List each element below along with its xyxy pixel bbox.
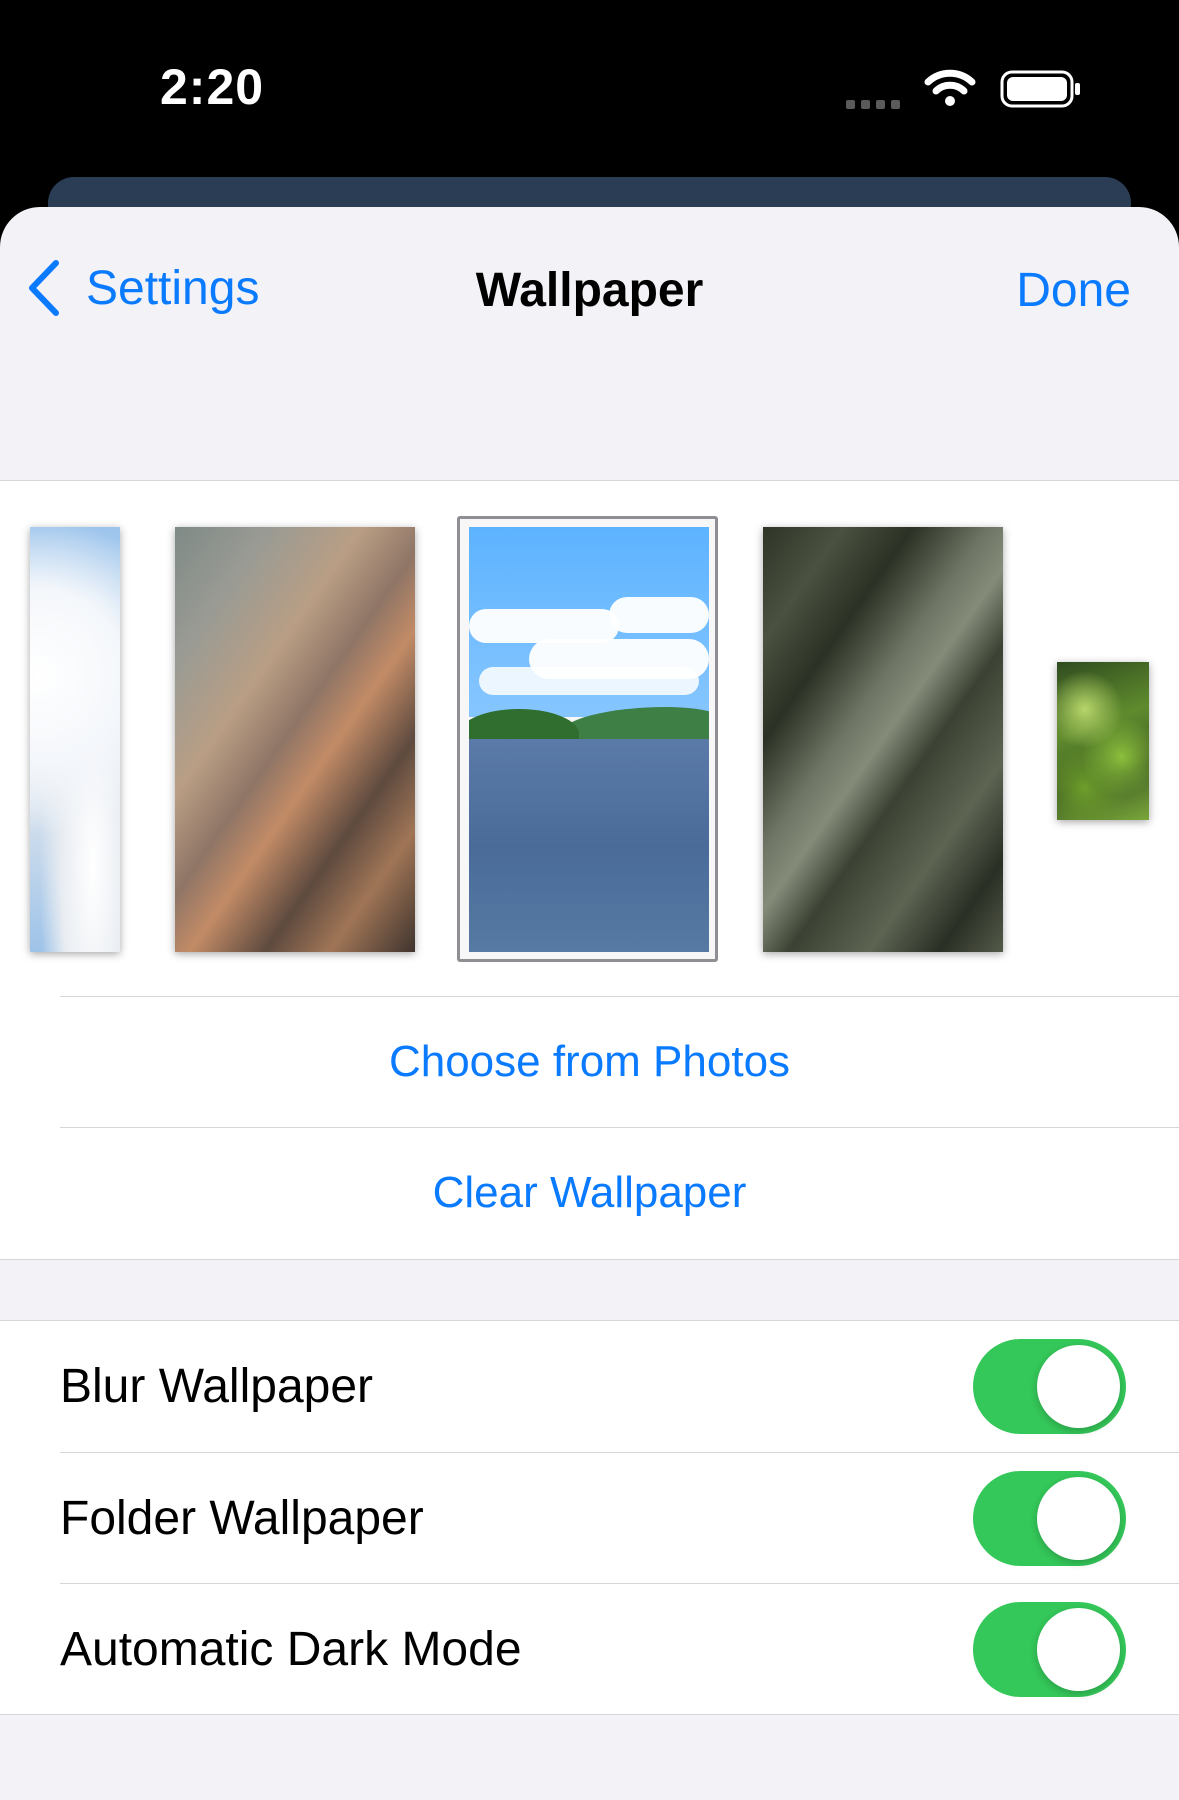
done-button[interactable]: Done [1016,263,1131,318]
clear-wallpaper-button[interactable]: Clear Wallpaper [60,1127,1179,1258]
wallpaper-thumbnail-leaves[interactable] [1057,662,1149,820]
choose-from-photos-label: Choose from Photos [388,1037,791,1086]
automatic-dark-mode-label: Automatic Dark Mode [60,1623,522,1676]
status-bar: 2:20 [0,0,1179,170]
blur-wallpaper-label: Blur Wallpaper [60,1360,374,1413]
blur-wallpaper-switch[interactable] [973,1339,1126,1434]
choose-from-photos-button[interactable]: Choose from Photos [60,996,1179,1127]
wifi-icon [924,69,976,106]
battery-icon [1000,70,1080,108]
wallpaper-thumbnail-warm-blur[interactable] [175,527,415,952]
automatic-dark-mode-row: Automatic Dark Mode [60,1583,1179,1715]
folder-wallpaper-switch[interactable] [973,1471,1126,1566]
blur-wallpaper-row: Blur Wallpaper [60,1321,1179,1452]
page-title: Wallpaper [475,264,704,317]
wallpaper-thumbnail-lake[interactable] [469,527,709,952]
wallpaper-thumbnail-dark-blur[interactable] [763,527,1003,952]
automatic-dark-mode-switch[interactable] [973,1602,1126,1697]
folder-wallpaper-row: Folder Wallpaper [60,1452,1179,1584]
wallpaper-sheet: Settings Wallpaper Done Choose from Phot… [0,207,1179,1800]
wallpaper-thumbnail-sky[interactable] [30,527,120,952]
clear-wallpaper-label: Clear Wallpaper [432,1168,747,1217]
status-time: 2:20 [160,59,265,115]
cellular-signal-icon [846,96,906,114]
wallpaper-group: Choose from Photos Clear Wallpaper [0,480,1179,1260]
options-group: Blur Wallpaper Folder Wallpaper Automati… [0,1320,1179,1715]
folder-wallpaper-label: Folder Wallpaper [60,1492,424,1545]
